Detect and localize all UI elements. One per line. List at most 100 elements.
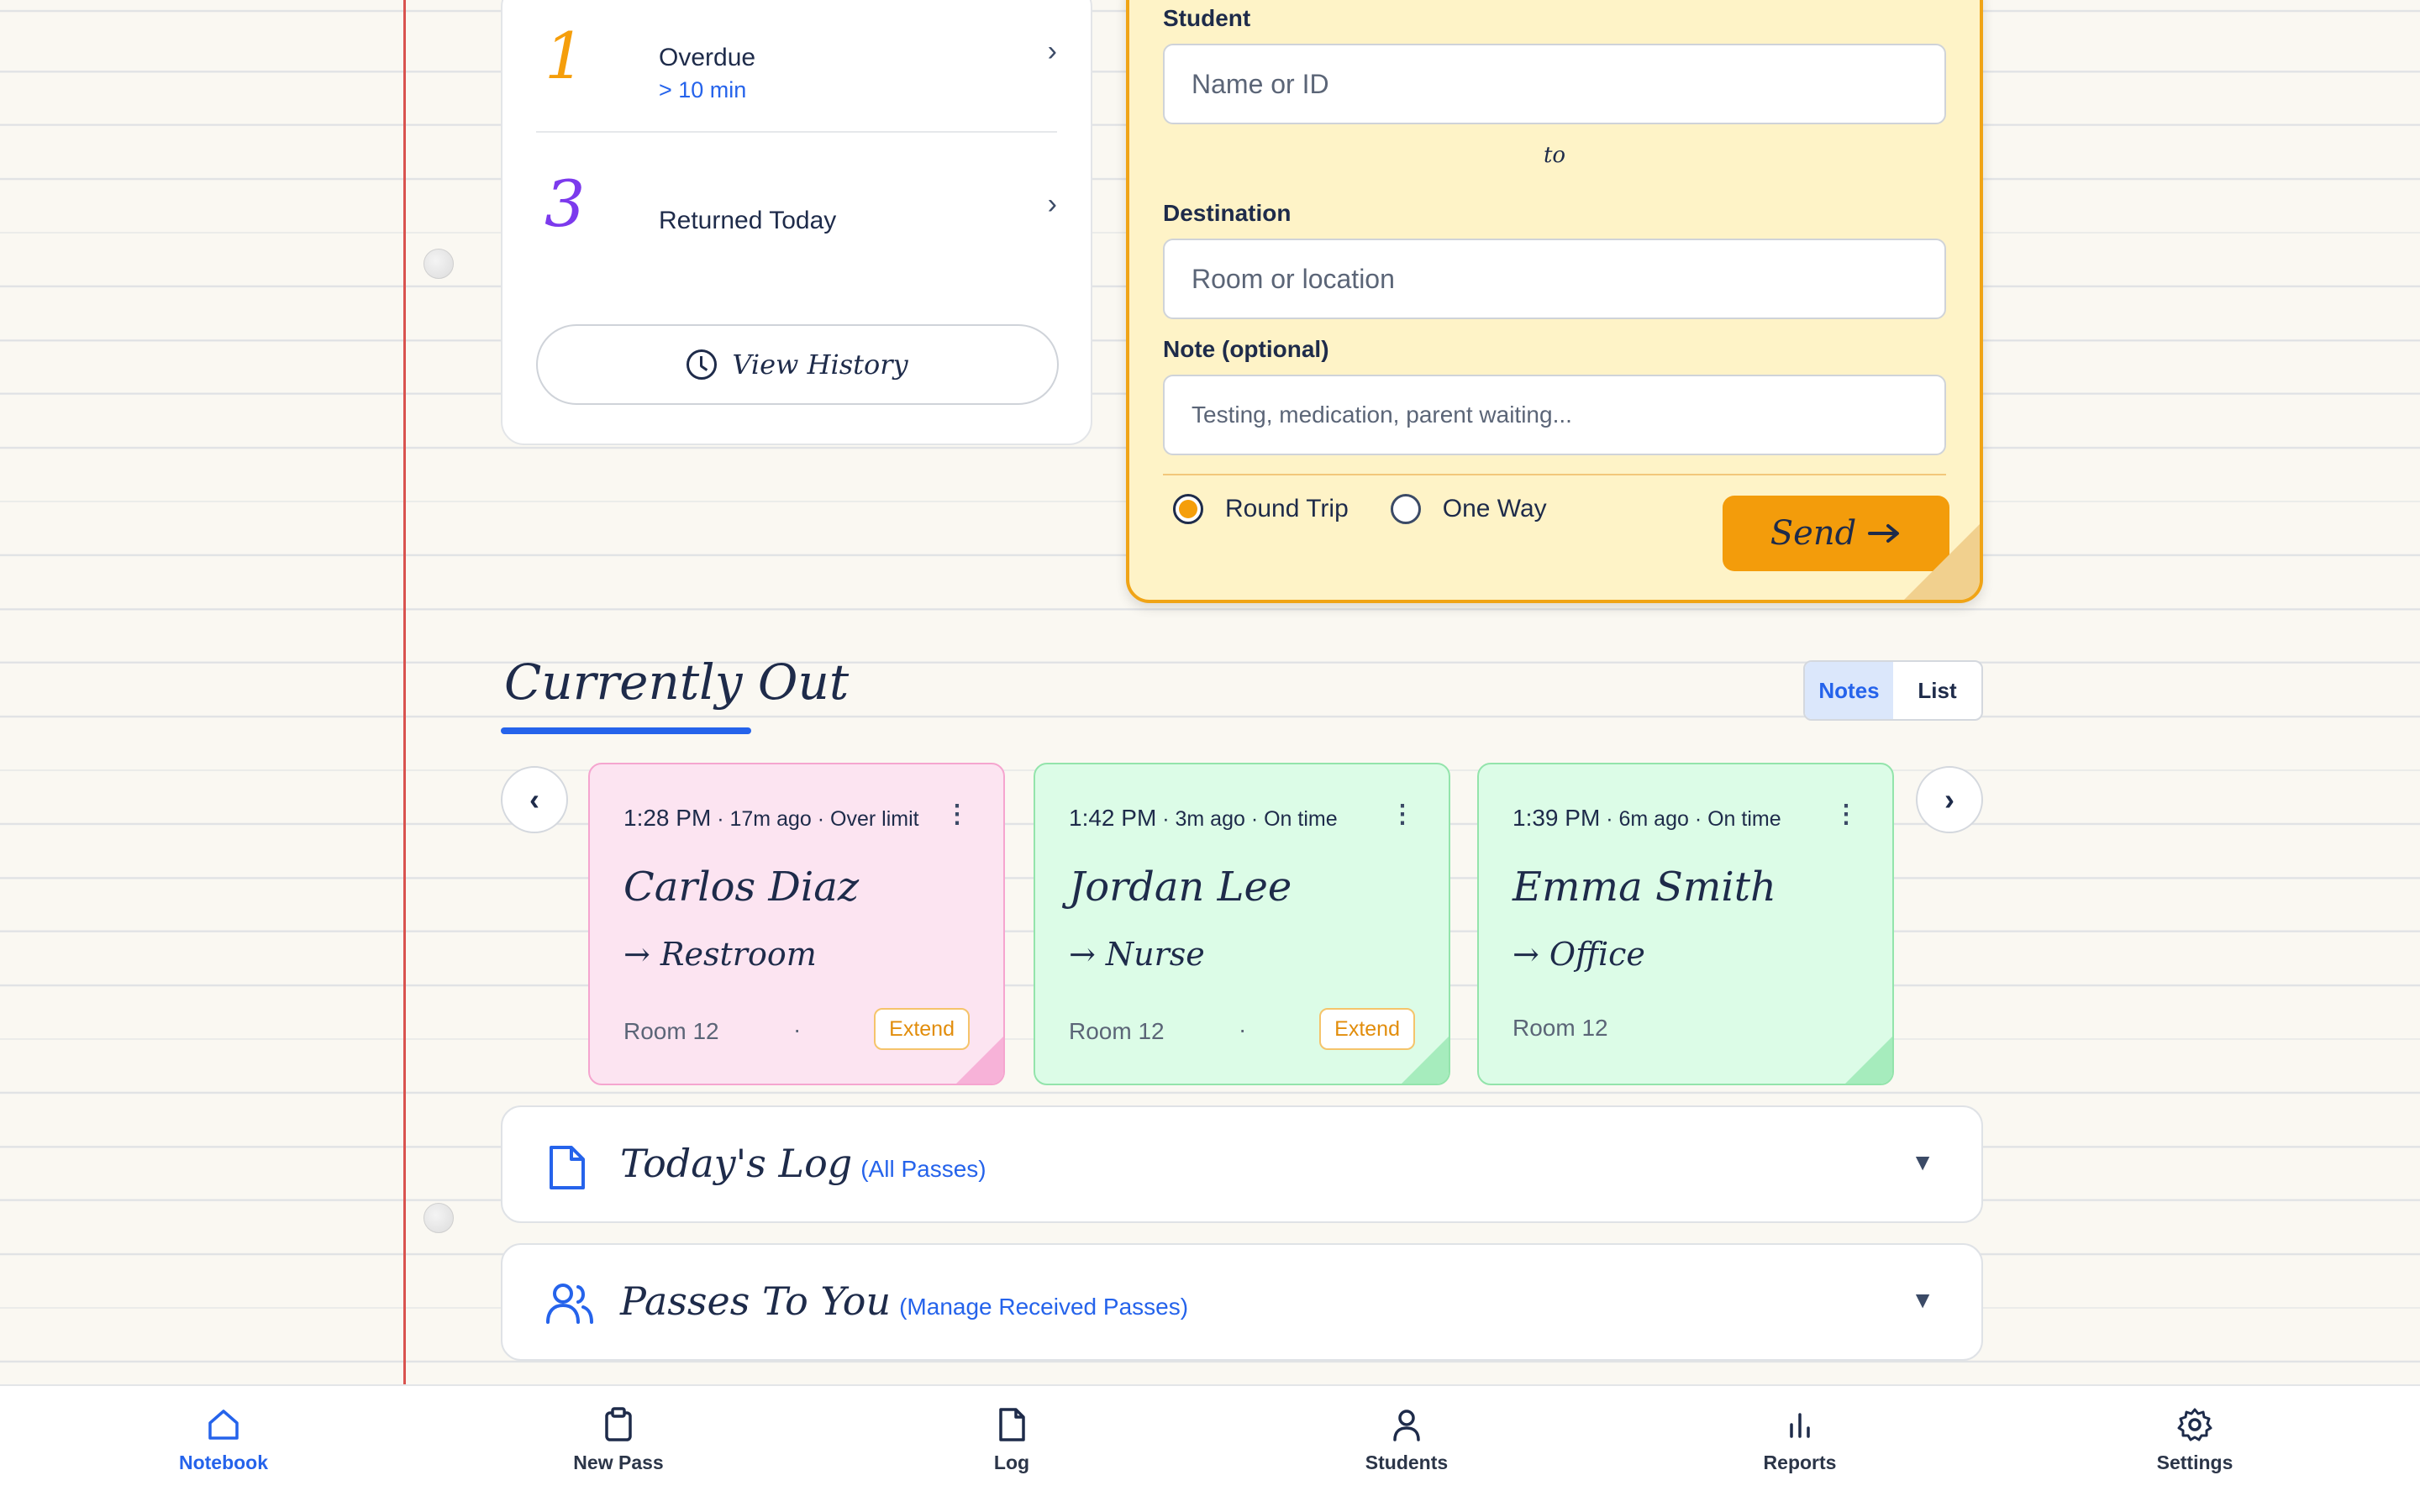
nav-settings[interactable]: Settings	[2111, 1406, 2279, 1474]
nav-log[interactable]: Log	[928, 1406, 1096, 1474]
page-fold	[1904, 524, 1980, 600]
todays-log-subtitle: (All Passes)	[860, 1156, 986, 1182]
pass-ago: 17m ago	[729, 807, 812, 831]
more-options-icon[interactable]: ⋮	[1833, 800, 1859, 829]
to-label: to	[1543, 143, 1566, 168]
pass-meta: 1:39 PM · 6m ago · On time	[1512, 805, 1781, 831]
one-way-radio[interactable]	[1390, 494, 1421, 524]
nav-label: Reports	[1763, 1452, 1837, 1473]
pass-room: Room 12	[623, 1018, 719, 1044]
pass-destination: → Restroom	[623, 936, 817, 973]
nav-students[interactable]: Students	[1323, 1406, 1491, 1474]
separator-dot: ·	[1239, 1016, 1247, 1042]
users-icon	[546, 1284, 593, 1324]
chevron-right-icon: ›	[1047, 35, 1057, 67]
expand-caret-icon: ▼	[1911, 1287, 1934, 1313]
notebook-margin-line	[403, 0, 406, 1384]
nav-notebook[interactable]: Notebook	[139, 1406, 308, 1474]
carousel-next-button[interactable]: ›	[1916, 766, 1983, 833]
chevron-right-icon: ›	[1047, 188, 1057, 220]
nav-label: Log	[993, 1452, 1030, 1473]
stats-card: 1 Overdue > 10 min › 3 Returned Today › …	[501, 0, 1092, 445]
pass-time: 1:42 PM	[1069, 805, 1157, 831]
carousel-prev-button[interactable]: ‹	[501, 766, 568, 833]
overdue-count: 1	[544, 18, 586, 93]
destination-text: Office	[1549, 936, 1645, 973]
new-pass-form: Student to Destination Note (optional) R…	[1126, 0, 1983, 603]
pass-note[interactable]: 1:28 PM · 17m ago · Over limit ⋮ Carlos …	[588, 763, 1005, 1085]
student-name: Emma Smith	[1512, 864, 1776, 911]
panel-title: Passes To You (Manage Received Passes)	[620, 1278, 1188, 1324]
document-icon	[550, 1146, 585, 1189]
one-way-label[interactable]: One Way	[1443, 495, 1547, 523]
note-input[interactable]	[1163, 375, 1946, 455]
todays-log-panel[interactable]: Today's Log (All Passes) ▼	[501, 1105, 1983, 1223]
clock-icon	[687, 349, 718, 380]
notes-view-button[interactable]: Notes	[1805, 662, 1893, 719]
round-trip-label[interactable]: Round Trip	[1225, 495, 1349, 523]
passes-to-you-subtitle: (Manage Received Passes)	[899, 1294, 1189, 1320]
destination-text: Nurse	[1105, 936, 1205, 973]
pass-room: Room 12	[1069, 1018, 1165, 1044]
view-toggle: Notes List	[1803, 660, 1983, 721]
currently-out-title: Currently Out	[504, 654, 850, 711]
binder-hole	[424, 1203, 454, 1233]
note-label: Note (optional)	[1163, 336, 1329, 362]
view-history-button[interactable]: View History	[536, 324, 1059, 405]
more-options-icon[interactable]: ⋮	[944, 800, 970, 829]
extend-button[interactable]: Extend	[874, 1008, 970, 1050]
todays-log-title: Today's Log	[620, 1141, 853, 1186]
nav-new-pass[interactable]: New Pass	[534, 1406, 702, 1474]
student-name: Carlos Diaz	[623, 864, 860, 911]
bottom-nav: Notebook New Pass Log Students Reports S…	[0, 1384, 2420, 1512]
pass-note[interactable]: 1:42 PM · 3m ago · On time ⋮ Jordan Lee …	[1034, 763, 1450, 1085]
pass-destination: → Office	[1512, 936, 1645, 973]
pass-note[interactable]: 1:39 PM · 6m ago · On time ⋮ Emma Smith …	[1477, 763, 1894, 1085]
bar-chart-icon	[1790, 1413, 1810, 1438]
overdue-label: Overdue	[659, 44, 756, 71]
destination-label: Destination	[1163, 200, 1292, 226]
overdue-row[interactable]: 1 Overdue > 10 min ›	[536, 2, 1057, 128]
destination-input[interactable]	[1163, 239, 1946, 319]
returned-row[interactable]: 3 Returned Today ›	[536, 150, 1057, 276]
round-trip-radio[interactable]	[1173, 494, 1203, 524]
trip-type-group: Round Trip One Way	[1173, 494, 1547, 524]
send-label: Send	[1770, 514, 1857, 553]
pass-status: On time	[1707, 807, 1781, 831]
extend-button[interactable]: Extend	[1319, 1008, 1415, 1050]
pass-time: 1:39 PM	[1512, 805, 1601, 831]
nav-reports[interactable]: Reports	[1716, 1406, 1884, 1474]
panel-title: Today's Log (All Passes)	[620, 1141, 986, 1186]
page-fold	[1845, 1037, 1892, 1084]
nav-label: Students	[1365, 1452, 1449, 1473]
pass-destination: → Nurse	[1069, 936, 1205, 973]
student-name: Jordan Lee	[1069, 864, 1292, 911]
binder-hole	[424, 249, 454, 279]
overdue-sub: > 10 min	[659, 77, 747, 102]
passes-to-you-panel[interactable]: Passes To You (Manage Received Passes) ▼	[501, 1243, 1983, 1361]
student-label: Student	[1163, 5, 1251, 31]
nav-label: Settings	[2156, 1452, 2233, 1473]
more-options-icon[interactable]: ⋮	[1390, 800, 1415, 829]
pass-meta: 1:28 PM · 17m ago · Over limit	[623, 805, 919, 831]
returned-label: Returned Today	[659, 207, 837, 234]
pass-ago: 6m ago	[1618, 807, 1689, 831]
page-fold	[956, 1037, 1003, 1084]
student-input[interactable]	[1163, 44, 1946, 124]
pass-room: Room 12	[1512, 1015, 1608, 1041]
view-history-label: View History	[732, 349, 908, 381]
gear-icon	[2177, 1408, 2212, 1441]
separator-dot: ·	[793, 1016, 802, 1042]
list-view-button[interactable]: List	[1893, 662, 1981, 719]
user-icon	[1393, 1410, 1420, 1441]
divider	[1163, 474, 1946, 475]
returned-count: 3	[544, 166, 586, 241]
arrow-right-icon	[1868, 524, 1900, 543]
destination-text: Restroom	[660, 936, 817, 973]
passes-to-you-title: Passes To You	[620, 1278, 892, 1324]
home-icon	[208, 1410, 239, 1440]
pass-status: Over limit	[830, 807, 919, 831]
nav-label: New Pass	[573, 1452, 664, 1473]
pass-meta: 1:42 PM · 3m ago · On time	[1069, 805, 1338, 831]
title-underline	[501, 727, 751, 734]
